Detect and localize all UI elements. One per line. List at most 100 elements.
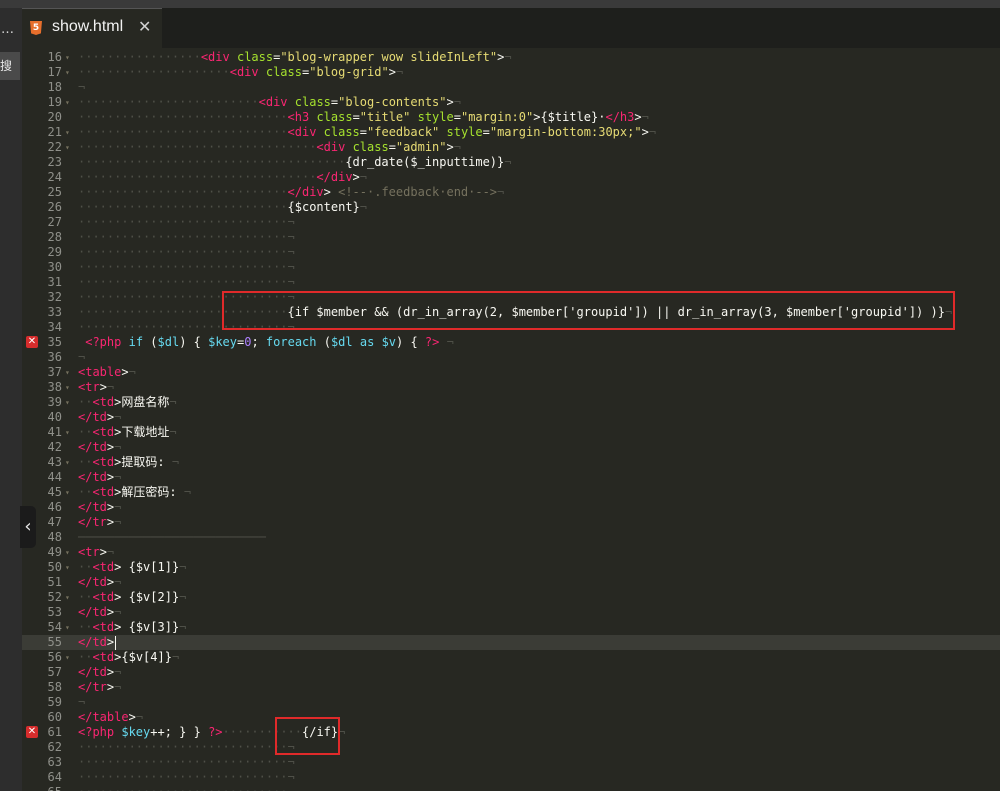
line-code: ·································</div>¬ — [78, 170, 368, 184]
line-code: </td>¬ — [78, 605, 122, 619]
line-code: ·····························{$content}¬ — [78, 200, 367, 214]
code-line[interactable]: 29 ·····························¬ — [22, 245, 1000, 260]
code-line[interactable]: 23 ·····································{… — [22, 155, 1000, 170]
line-number: 29 — [47, 245, 62, 259]
fold-arrow-icon[interactable]: ▾ — [65, 65, 70, 80]
fold-arrow-icon[interactable]: ▾ — [65, 395, 70, 410]
line-number: 52 — [47, 590, 62, 604]
line-number: 51 — [47, 575, 62, 589]
fold-arrow-icon[interactable]: ▾ — [65, 380, 70, 395]
code-line[interactable]: 65 ·····························¬ — [22, 785, 1000, 791]
code-line[interactable]: 45 ▾ ··<td>解压密码: ¬ — [22, 485, 1000, 500]
fold-arrow-icon[interactable]: ▾ — [65, 50, 70, 65]
code-line[interactable]: 21 ▾ ·····························<div cla… — [22, 125, 1000, 140]
code-editor[interactable]: 16 ▾ ·················<div class="blog-wra… — [22, 48, 1000, 791]
line-code: <tr>¬ — [78, 545, 115, 559]
line-code: ·····························<h3 class="… — [78, 110, 649, 124]
code-line[interactable]: 57 </td>¬ — [22, 665, 1000, 680]
code-line[interactable]: 52 ▾ ··<td> {$v[2]}¬ — [22, 590, 1000, 605]
code-line[interactable]: 44 </td>¬ — [22, 470, 1000, 485]
line-code: ·····························</div> <!--… — [78, 185, 505, 199]
code-line[interactable]: 26 ·····························{$content… — [22, 200, 1000, 215]
code-line[interactable]: 64 ·····························¬ — [22, 770, 1000, 785]
fold-arrow-icon[interactable]: ▾ — [65, 365, 70, 380]
fold-arrow-icon[interactable]: ▾ — [65, 560, 70, 575]
code-line[interactable]: 41 ▾ ··<td>下载地址¬ — [22, 425, 1000, 440]
line-number: 55 — [47, 635, 62, 649]
search-button[interactable]: 搜索 — [0, 52, 20, 80]
fold-arrow-icon[interactable]: ▾ — [65, 455, 70, 470]
code-line[interactable]: 53 </td>¬ — [22, 605, 1000, 620]
code-line[interactable]: 54 ▾ ··<td> {$v[3]}¬ — [22, 620, 1000, 635]
line-code: ·····················<div class="blog-gr… — [78, 65, 404, 79]
code-line[interactable]: 17 ▾ ·····················<div class="blog… — [22, 65, 1000, 80]
text-caret — [115, 636, 116, 650]
code-line[interactable]: 37 ▾ <table>¬ — [22, 365, 1000, 380]
code-line[interactable]: 56 ▾ ··<td>{$v[4]}¬ — [22, 650, 1000, 665]
code-line[interactable]: 58 </tr>¬ — [22, 680, 1000, 695]
code-line[interactable]: 16 ▾ ·················<div class="blog-wra… — [22, 50, 1000, 65]
code-line[interactable]: 46 </td>¬ — [22, 500, 1000, 515]
code-line[interactable]: 31 ·····························¬ — [22, 275, 1000, 290]
code-line[interactable]: 62 ·····························¬ — [22, 740, 1000, 755]
code-line[interactable]: 47 </tr>¬ — [22, 515, 1000, 530]
code-line[interactable]: 30 ·····························¬ — [22, 260, 1000, 275]
tab-show-html[interactable]: 5 show.html ✕ — [22, 8, 162, 48]
close-icon[interactable]: ✕ — [138, 17, 151, 36]
line-number: 44 — [47, 470, 62, 484]
fold-arrow-icon[interactable]: ▾ — [65, 425, 70, 440]
fold-arrow-icon[interactable]: ▾ — [65, 545, 70, 560]
code-line[interactable]: 60 </table>¬ — [22, 710, 1000, 725]
code-line[interactable]: 42 </td>¬ — [22, 440, 1000, 455]
code-line[interactable]: 39 ▾ ··<td>网盘名称¬ — [22, 395, 1000, 410]
fold-arrow-icon[interactable]: ▾ — [65, 620, 70, 635]
code-line[interactable]: 24 ·································</div… — [22, 170, 1000, 185]
code-line[interactable]: 50 ▾ ··<td> {$v[1]}¬ — [22, 560, 1000, 575]
line-number: 17 — [47, 65, 62, 79]
line-number: 31 — [47, 275, 62, 289]
line-code: </td> — [78, 635, 115, 649]
fold-arrow-icon[interactable]: ▾ — [65, 125, 70, 140]
line-number: 45 — [47, 485, 62, 499]
line-number: 53 — [47, 605, 62, 619]
line-number: 33 — [47, 305, 62, 319]
line-number: 34 — [47, 320, 62, 334]
code-line[interactable]: 20 ·····························<h3 class… — [22, 110, 1000, 125]
side-panel-text: … — [1, 22, 14, 37]
line-number: 59 — [47, 695, 62, 709]
code-line[interactable]: 59 ¬ — [22, 695, 1000, 710]
code-line[interactable]: 36 ¬ — [22, 350, 1000, 365]
fold-arrow-icon[interactable]: ▾ — [65, 590, 70, 605]
code-line[interactable]: 63 ·····························¬ — [22, 755, 1000, 770]
code-line[interactable]: ✕ 35 <?php if ($dl) { $key=0; foreach ($d… — [22, 335, 1000, 350]
code-line[interactable]: 55 </td> — [22, 635, 1000, 650]
sidebar-collapse-button[interactable]: ‹ — [20, 506, 36, 548]
line-number: 20 — [47, 110, 62, 124]
code-line[interactable]: 19 ▾ ·························<div class="… — [22, 95, 1000, 110]
fold-arrow-icon[interactable]: ▾ — [65, 485, 70, 500]
code-line[interactable]: 40 </td>¬ — [22, 410, 1000, 425]
line-code: ·····························¬ — [78, 230, 295, 244]
code-line[interactable]: 38 ▾ <tr>¬ — [22, 380, 1000, 395]
code-line[interactable]: 22 ▾ ·································<div… — [22, 140, 1000, 155]
code-line[interactable]: 18 ¬ — [22, 80, 1000, 95]
line-number: 28 — [47, 230, 62, 244]
code-line[interactable]: 43 ▾ ··<td>提取码: ¬ — [22, 455, 1000, 470]
line-code: </table>¬ — [78, 710, 144, 724]
code-line[interactable]: 49 ▾ <tr>¬ — [22, 545, 1000, 560]
fold-arrow-icon[interactable]: ▾ — [65, 95, 70, 110]
fold-arrow-icon[interactable]: ▾ — [65, 650, 70, 665]
line-code: </tr>¬ — [78, 680, 122, 694]
line-code: </td>¬ — [78, 440, 122, 454]
line-code: ·································<div cl… — [78, 140, 461, 154]
code-line[interactable]: 48 ────────────────────────── — [22, 530, 1000, 545]
code-line[interactable]: 51 </td>¬ — [22, 575, 1000, 590]
html5-file-icon: 5 — [30, 21, 42, 35]
code-line[interactable]: ✕ 61 <?php $key++; } } ?>···········{/if}¬ — [22, 725, 1000, 740]
code-line[interactable]: 28 ·····························¬ — [22, 230, 1000, 245]
line-number: 25 — [47, 185, 62, 199]
chevron-left-icon: ‹ — [24, 516, 32, 537]
code-line[interactable]: 25 ·····························</div> <!… — [22, 185, 1000, 200]
code-line[interactable]: 27 ·····························¬ — [22, 215, 1000, 230]
fold-arrow-icon[interactable]: ▾ — [65, 140, 70, 155]
